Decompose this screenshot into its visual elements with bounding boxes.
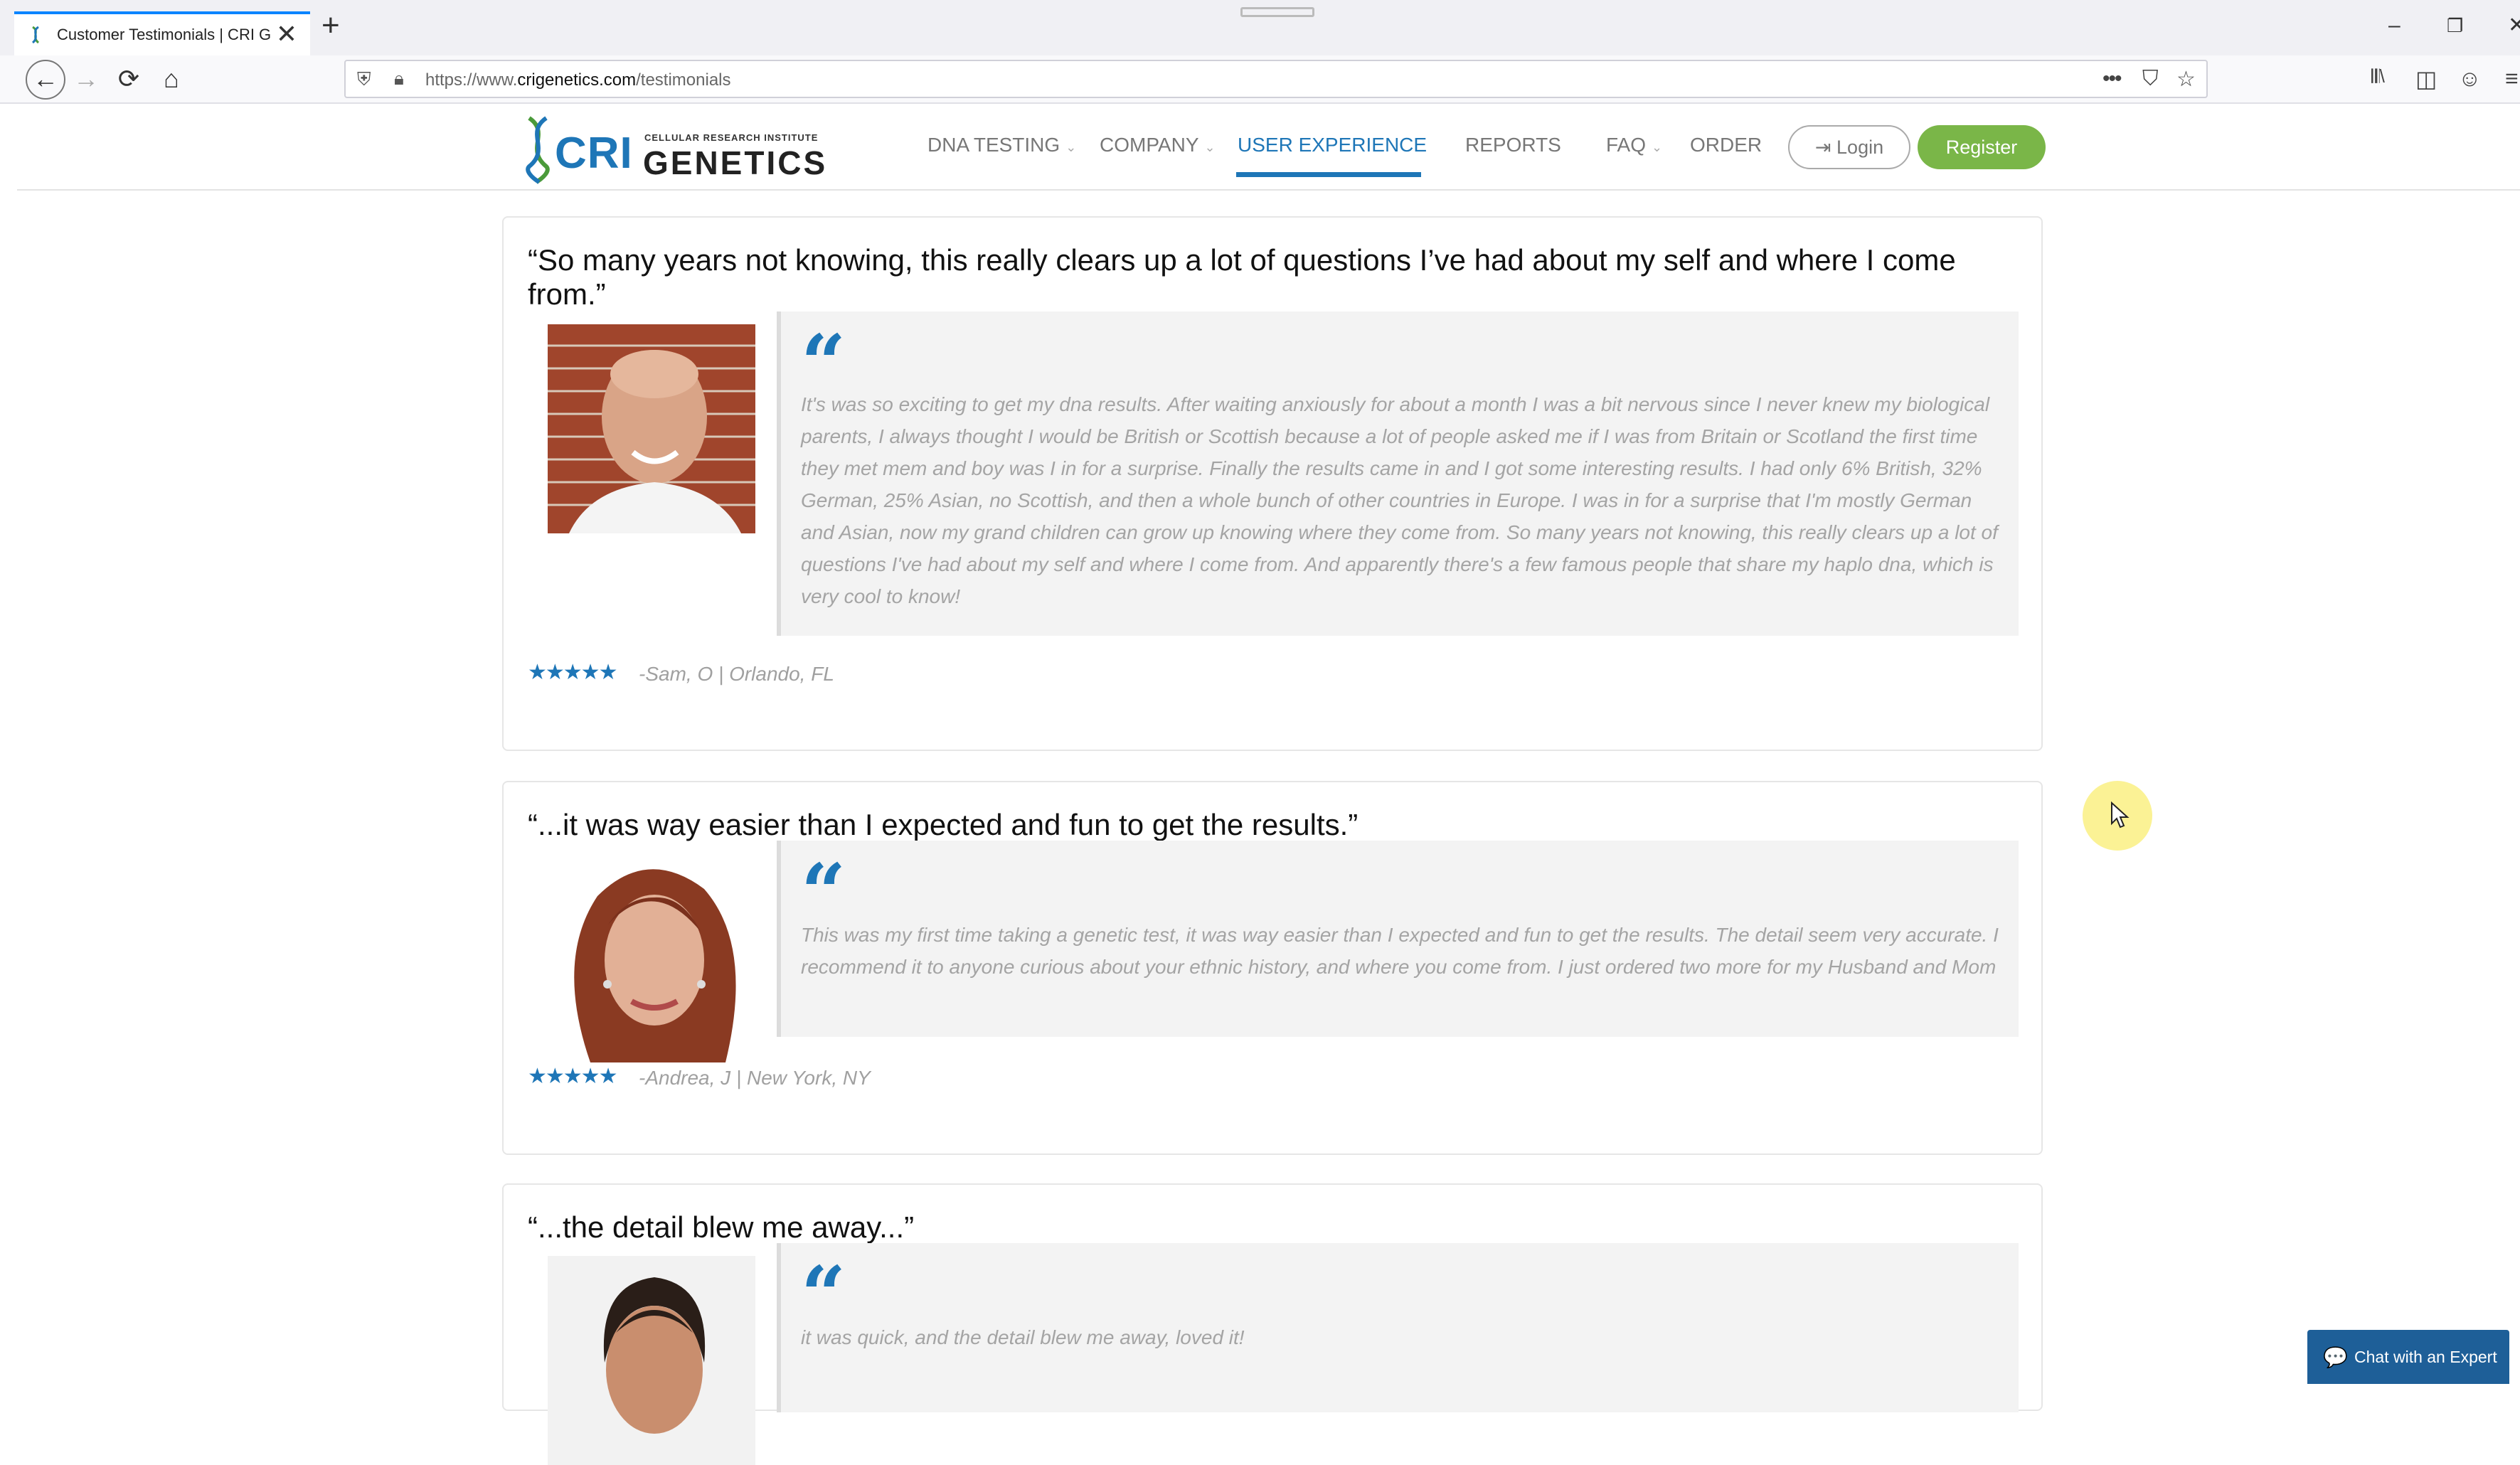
- chat-label: Chat with an Expert: [2354, 1348, 2497, 1366]
- quote-icon: “: [801, 324, 846, 367]
- register-button[interactable]: Register: [1918, 125, 2046, 169]
- nav-order[interactable]: ORDER: [1690, 134, 1762, 156]
- chevron-down-icon: ⌄: [1652, 140, 1663, 154]
- logo-genetics: GENETICS: [643, 144, 828, 181]
- nav-faq[interactable]: FAQ ⌄: [1606, 134, 1662, 156]
- browser-tab-active[interactable]: Customer Testimonials | CRI Ge ✕: [14, 11, 310, 55]
- active-nav-underline: [1236, 172, 1421, 177]
- testimonial-quote-box: “ This was my first time taking a geneti…: [777, 841, 2019, 1037]
- reload-icon[interactable]: ⟳: [112, 63, 145, 95]
- site-header: CRI CELLULAR RESEARCH INSTITUTE GENETICS…: [17, 104, 2520, 191]
- nav-user-experience[interactable]: USER EXPERIENCE: [1238, 134, 1427, 156]
- url-text: https://www.crigenetics.com/testimonials: [425, 70, 731, 90]
- new-tab-icon[interactable]: +: [321, 10, 340, 41]
- testimonial-quote-box: “ It's was so exciting to get my dna res…: [777, 311, 2019, 636]
- testimonial-author: -Andrea, J | New York, NY: [639, 1067, 871, 1089]
- testimonial-quote-box: “ it was quick, and the detail blew me a…: [777, 1243, 2019, 1412]
- logo-subtitle: CELLULAR RESEARCH INSTITUTE: [644, 132, 819, 143]
- testimonial-text: it was quick, and the detail blew me awa…: [801, 1326, 1245, 1348]
- url-bar[interactable]: ⛨ 🔒︎ https://www.crigenetics.com/testimo…: [344, 60, 2208, 98]
- mouse-cursor-icon: [2111, 801, 2130, 829]
- nav-reports[interactable]: REPORTS: [1465, 134, 1561, 156]
- testimonial-photo: [548, 853, 755, 1062]
- testimonial-text: It's was so exciting to get my dna resul…: [801, 393, 1998, 607]
- account-icon[interactable]: ☺: [2458, 65, 2482, 92]
- shield-icon[interactable]: ⛨: [357, 68, 371, 91]
- chevron-down-icon: ⌄: [1065, 140, 1077, 154]
- browser-toolbar: ← → ⟳ ⌂ ⛨ 🔒︎ https://www.crigenetics.com…: [0, 55, 2520, 104]
- testimonial-headline: “...the detail blew me away...”: [528, 1210, 915, 1244]
- minimize-icon[interactable]: –: [2388, 13, 2401, 38]
- quote-icon: “: [801, 853, 846, 896]
- testimonial-photo: [548, 1256, 755, 1465]
- lock-icon[interactable]: 🔒︎: [394, 68, 404, 90]
- dna-helix-logo-icon: [526, 116, 550, 184]
- home-icon[interactable]: ⌂: [155, 63, 188, 95]
- nav-company[interactable]: COMPANY ⌄: [1100, 134, 1216, 156]
- tab-close-icon[interactable]: ✕: [276, 20, 297, 48]
- login-button[interactable]: ⇥ Login: [1788, 125, 1910, 169]
- library-icon[interactable]: 𝄃𝄃\: [2371, 65, 2385, 88]
- dna-favicon-icon: [31, 26, 40, 44]
- testimonial-photo: [548, 324, 755, 533]
- chat-bubble-icon: 💬: [2323, 1346, 2348, 1368]
- quote-icon: “: [801, 1256, 846, 1299]
- chevron-down-icon: ⌄: [1204, 140, 1216, 154]
- window-close-icon[interactable]: ✕: [2508, 13, 2520, 38]
- restore-icon[interactable]: ❐: [2447, 13, 2463, 38]
- testimonial-card: “So many years not knowing, this really …: [502, 216, 2043, 751]
- browser-tab-bar: Customer Testimonials | CRI Ge ✕ + – ❐ ✕: [0, 0, 2520, 55]
- bookmark-star-icon[interactable]: ☆: [2176, 67, 2196, 92]
- testimonial-text: This was my first time taking a genetic …: [801, 924, 1999, 978]
- chat-with-expert-button[interactable]: 💬 Chat with an Expert: [2307, 1330, 2509, 1384]
- logo-cri: CRI: [555, 129, 633, 178]
- crigenetics-logo[interactable]: CRI CELLULAR RESEARCH INSTITUTE GENETICS: [522, 114, 825, 185]
- login-icon: ⇥: [1814, 137, 1831, 158]
- sidebar-icon[interactable]: ◫: [2415, 65, 2437, 92]
- testimonial-card: “...the detail blew me away...” “ it was…: [502, 1183, 2043, 1465]
- testimonial-headline: “...it was way easier than I expected an…: [528, 808, 1359, 841]
- testimonial-author: -Sam, O | Orlando, FL: [639, 663, 834, 685]
- window-drag-handle[interactable]: [1240, 7, 1314, 17]
- pocket-icon[interactable]: ⛉: [2142, 67, 2159, 91]
- tab-title: Customer Testimonials | CRI Ge: [57, 26, 270, 43]
- page-actions-icon[interactable]: •••: [2102, 67, 2122, 91]
- menu-icon[interactable]: ≡: [2505, 65, 2519, 92]
- testimonial-headline: “So many years not knowing, this really …: [528, 243, 1956, 311]
- nav-dna-testing[interactable]: DNA TESTING ⌄: [927, 134, 1076, 156]
- star-rating: ★★★★★: [528, 1065, 617, 1088]
- testimonial-card: “...it was way easier than I expected an…: [502, 781, 2043, 1155]
- back-icon[interactable]: ←: [26, 60, 65, 100]
- forward-icon[interactable]: →: [70, 63, 102, 95]
- star-rating: ★★★★★: [528, 661, 617, 684]
